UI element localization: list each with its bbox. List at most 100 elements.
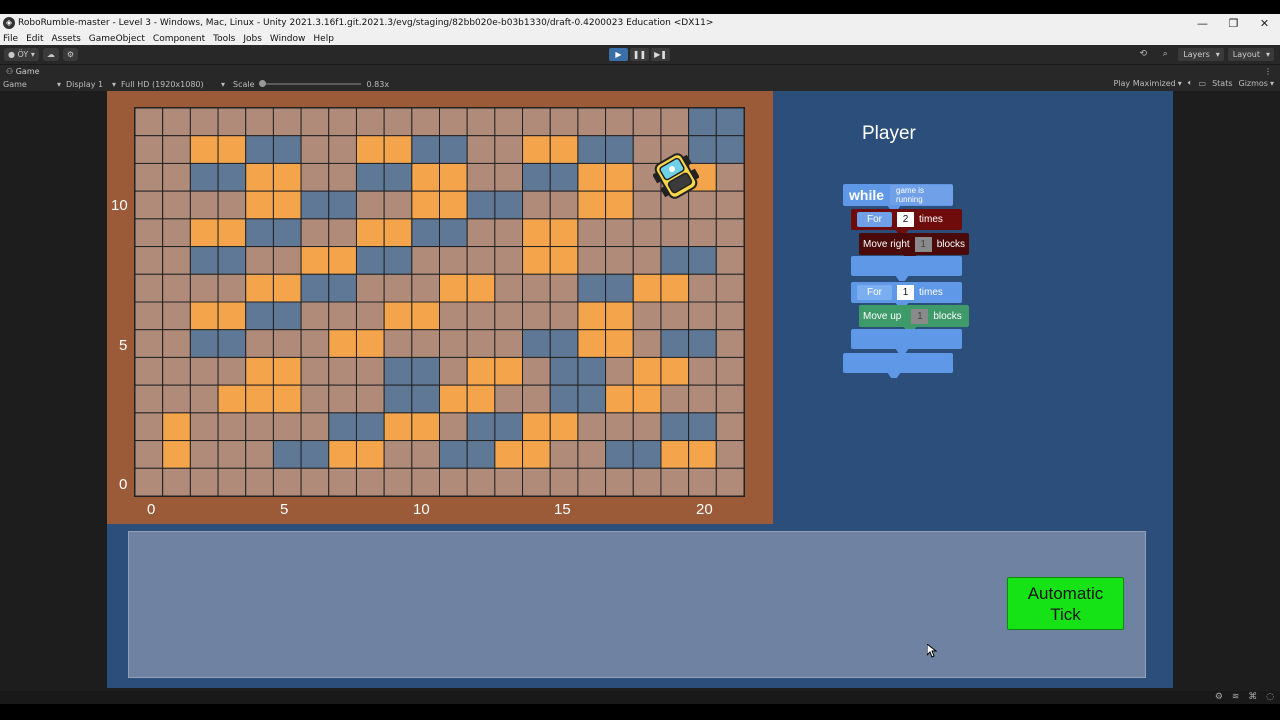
board-tile <box>632 440 662 469</box>
move-up-count-input[interactable]: 1 <box>911 308 929 324</box>
resolution-dropdown[interactable]: Full HD (1920x1080) <box>121 80 227 89</box>
step-button[interactable]: ▶❚ <box>651 48 670 61</box>
board-tile <box>632 301 662 331</box>
menu-component[interactable]: Component <box>153 34 205 44</box>
board-tile <box>660 467 690 496</box>
board-tile <box>245 301 274 331</box>
game-tab[interactable]: ⚇ Game ⋮ <box>0 64 1280 77</box>
board-tile <box>217 329 247 358</box>
bug-icon[interactable]: ⚙ <box>1215 692 1223 702</box>
minimize-button[interactable]: — <box>1187 17 1218 30</box>
game-mode-dropdown[interactable]: Game <box>3 80 63 89</box>
mouse-cursor-icon <box>927 644 937 658</box>
search-icon[interactable]: ⌕ <box>1156 48 1174 61</box>
board-tile <box>632 467 662 496</box>
board-tile <box>715 356 744 386</box>
board-tile <box>632 329 662 358</box>
board-tile <box>245 190 274 220</box>
stats-toggle[interactable]: Stats <box>1212 79 1232 88</box>
board-tile <box>439 329 468 358</box>
board-tile <box>300 273 330 303</box>
layout-dropdown[interactable]: Layout <box>1227 48 1274 61</box>
board-tile <box>189 440 219 469</box>
board-tile <box>688 384 717 414</box>
menu-tools[interactable]: Tools <box>213 34 235 44</box>
account-dropdown[interactable]: ● ÖY ▾ <box>4 48 39 61</box>
board-tile <box>494 218 524 248</box>
scale-slider[interactable] <box>258 80 361 87</box>
status-bar: ⚙ ≋ ⌘ ◌ <box>0 691 1280 704</box>
for-block-outer[interactable]: For 2 times <box>851 209 962 230</box>
status-icons: ⚙ ≋ ⌘ ◌ <box>1209 692 1274 702</box>
layers-icon[interactable]: ≋ <box>1232 692 1240 702</box>
board-tile <box>217 412 247 442</box>
while-block[interactable]: while game is running <box>843 184 953 206</box>
kebab-menu-icon[interactable]: ⋮ <box>1264 67 1272 76</box>
player-code-panel: Player while game is running For 2 times… <box>773 91 1173 524</box>
display-dropdown[interactable]: Display 1 <box>66 80 118 89</box>
while-condition[interactable]: game is running <box>890 185 953 205</box>
board-tile <box>383 467 413 496</box>
board-tile <box>494 190 524 220</box>
board-tile <box>522 190 551 220</box>
collab-button[interactable]: ⚙ <box>62 48 79 61</box>
board-tile <box>162 246 191 275</box>
board-tile <box>715 412 744 442</box>
history-icon[interactable]: ⟲ <box>1134 48 1152 61</box>
menu-help[interactable]: Help <box>313 34 334 44</box>
board-tile <box>355 329 385 358</box>
network-icon[interactable]: ⌘ <box>1248 692 1257 702</box>
close-button[interactable]: ✕ <box>1249 17 1280 30</box>
board-tile <box>605 162 634 192</box>
board-tile <box>715 329 744 358</box>
board-tile <box>411 108 441 137</box>
board-tile <box>439 218 468 248</box>
menu-jobs[interactable]: Jobs <box>243 34 262 44</box>
menu-window[interactable]: Window <box>270 34 306 44</box>
board-tile <box>439 412 468 442</box>
move-up-block[interactable]: Move up 1 blocks <box>859 305 969 327</box>
board-tile <box>328 218 357 248</box>
for-count-input[interactable]: 2 <box>897 212 914 227</box>
display-icon[interactable]: ▭ <box>1199 79 1207 88</box>
board-tile <box>217 301 247 331</box>
board-tile <box>577 218 607 248</box>
menu-gameobject[interactable]: GameObject <box>89 34 145 44</box>
pause-button[interactable]: ❚❚ <box>630 48 649 61</box>
board-tile <box>189 412 219 442</box>
board-tile <box>715 301 744 331</box>
board-tile <box>272 440 302 469</box>
board-tile <box>189 273 219 303</box>
progress-icon[interactable]: ◌ <box>1266 692 1274 702</box>
board-tile <box>494 246 524 275</box>
board-tile <box>328 108 357 137</box>
board-tile <box>522 384 551 414</box>
layers-dropdown[interactable]: Layers <box>1178 48 1224 61</box>
board-tile <box>383 440 413 469</box>
x-axis-label: 10 <box>413 501 430 518</box>
automatic-tick-button[interactable]: Automatic Tick <box>1007 577 1124 630</box>
menu-edit[interactable]: Edit <box>26 34 43 44</box>
restore-button[interactable]: ❐ <box>1218 17 1249 30</box>
gizmos-dropdown[interactable]: Gizmos <box>1239 79 1268 88</box>
move-right-count-input[interactable]: 1 <box>914 236 932 252</box>
cloud-button[interactable]: ☁ <box>42 48 59 61</box>
menu-file[interactable]: File <box>3 34 18 44</box>
for-count-input[interactable]: 1 <box>897 285 914 300</box>
board-tile <box>577 356 607 386</box>
board-tile <box>660 218 690 248</box>
board-tile <box>577 108 607 137</box>
board-tile <box>162 108 191 137</box>
board-tile <box>383 329 413 358</box>
board-tile <box>162 467 191 496</box>
play-controls: ▶ ❚❚ ▶❚ <box>609 48 672 61</box>
move-right-block[interactable]: Move right 1 blocks <box>859 233 969 255</box>
speaker-icon[interactable]: 🔈︎ <box>1188 78 1193 88</box>
player-title: Player <box>862 123 916 144</box>
play-maximized-dropdown[interactable]: Play Maximized <box>1113 79 1175 88</box>
play-button[interactable]: ▶ <box>609 48 628 61</box>
menu-assets[interactable]: Assets <box>52 34 81 44</box>
board-tile <box>300 329 330 358</box>
board-tile <box>135 108 164 137</box>
for-block-inner[interactable]: For 1 times <box>851 282 962 303</box>
